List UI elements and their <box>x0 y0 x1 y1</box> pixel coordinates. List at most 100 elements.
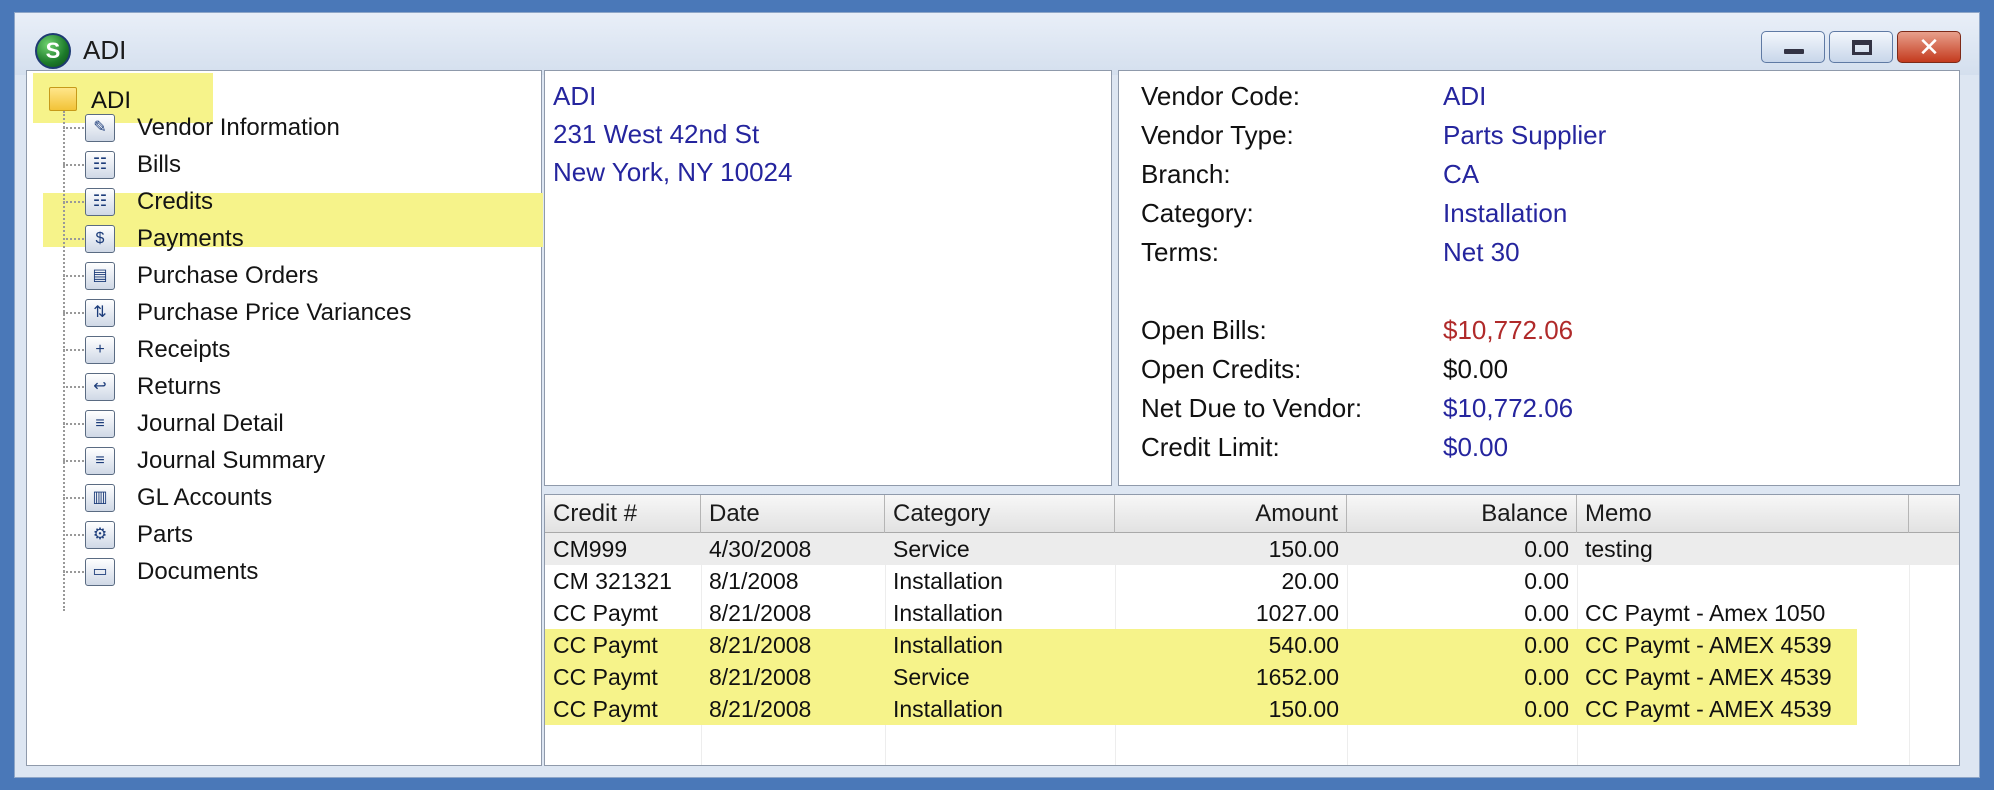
tree-item-returns[interactable]: ↩ Returns <box>27 370 527 404</box>
tree-item-label: GL Accounts <box>137 484 273 511</box>
bills-icon: ☷ <box>85 151 115 179</box>
cell-balance: 0.00 <box>1524 696 1569 722</box>
tree-item-label: Payments <box>137 225 244 252</box>
tree-item-purchase-orders[interactable]: ▤ Purchase Orders <box>27 259 527 293</box>
tree-item-label: Bills <box>137 151 182 178</box>
table-row[interactable]: CC Paymt 8/21/2008 Service 1652.00 0.00 CC Pa… <box>545 661 1857 693</box>
open-bills-value: $10,772.06 <box>1443 315 1574 345</box>
tree-item-label: Receipts <box>137 336 231 363</box>
tree-item-label: Vendor Information <box>137 114 340 141</box>
parts-gear-icon: ⚙ <box>85 521 115 549</box>
cell-date: 8/21/2008 <box>709 664 812 690</box>
column-header-date[interactable]: Date <box>701 495 885 533</box>
tree-item-gl-accounts[interactable]: ▥ GL Accounts <box>27 481 527 515</box>
vendor-address-panel: ADI 231 West 42nd St New York, NY 10024 <box>544 70 1112 486</box>
journal-summary-icon: ≡ <box>85 447 115 475</box>
open-bills-label: Open Bills: <box>1141 315 1267 345</box>
credit-limit-value: $0.00 <box>1443 432 1509 462</box>
tree-connector-line <box>63 312 87 314</box>
cell-balance: 0.00 <box>1524 632 1569 658</box>
cell-credit: CC Paymt <box>553 696 658 722</box>
vendor-city-state-zip: New York, NY 10024 <box>553 157 793 187</box>
column-header-memo[interactable]: Memo <box>1577 495 1909 533</box>
tree-connector-line <box>63 164 87 166</box>
cell-memo: CC Paymt - Amex 1050 <box>1585 600 1826 626</box>
cell-balance: 0.00 <box>1524 600 1569 626</box>
table-row[interactable]: CC Paymt 8/21/2008 Installation 540.00 0.00 C… <box>545 629 1857 661</box>
open-credits-label: Open Credits: <box>1141 354 1302 384</box>
table-row[interactable]: CC Paymt 8/21/2008 Installation 1027.00 0.00… <box>545 597 1959 629</box>
cell-memo: testing <box>1585 536 1653 562</box>
table-row[interactable]: CC Paymt 8/21/2008 Installation 150.00 0.00 C… <box>545 693 1857 725</box>
cell-credit: CC Paymt <box>553 664 658 690</box>
tree-connector-line <box>63 238 87 240</box>
net-due-value: $10,772.06 <box>1443 393 1574 423</box>
cell-memo <box>1577 565 1909 597</box>
folder-icon <box>49 87 77 111</box>
tree-item-parts[interactable]: ⚙ Parts <box>27 518 527 552</box>
tree-item-purchase-price-variances[interactable]: ⇅ Purchase Price Variances <box>27 296 527 330</box>
gl-accounts-icon: ▥ <box>85 484 115 512</box>
column-header-credit[interactable]: Credit # <box>545 495 701 533</box>
tree-connector-line <box>63 127 87 129</box>
branch-label: Branch: <box>1141 159 1231 189</box>
credit-limit-label: Credit Limit: <box>1141 432 1280 462</box>
table-row[interactable]: CM 321321 8/1/2008 Installation 20.00 0.00 <box>545 565 1959 597</box>
tree-connector-line <box>63 571 87 573</box>
price-variance-icon: ⇅ <box>85 299 115 327</box>
cell-category: Installation <box>893 632 1003 658</box>
credits-icon: ☷ <box>85 188 115 216</box>
vendor-code-label: Vendor Code: <box>1141 81 1301 111</box>
cell-amount: 150.00 <box>1268 696 1339 722</box>
vendor-type-label: Vendor Type: <box>1141 120 1294 150</box>
cell-memo: CC Paymt - AMEX 4539 <box>1585 632 1832 658</box>
title-bar[interactable]: S ADI ✕ <box>15 13 1979 75</box>
open-credits-value: $0.00 <box>1443 354 1509 384</box>
column-header-amount[interactable]: Amount <box>1115 495 1347 533</box>
cell-date: 8/21/2008 <box>709 600 812 626</box>
close-button[interactable]: ✕ <box>1897 31 1961 63</box>
terms-value: Net 30 <box>1443 237 1520 267</box>
documents-icon: ▭ <box>85 558 115 586</box>
tree-item-label: Documents <box>137 558 259 585</box>
minimize-button[interactable] <box>1761 31 1825 63</box>
cell-category: Installation <box>893 696 1003 722</box>
table-row[interactable]: CM999 4/30/2008 Service 150.00 0.00 testing <box>545 533 1959 565</box>
tree-item-journal-summary[interactable]: ≡ Journal Summary <box>27 444 527 478</box>
tree-connector-line <box>63 497 87 499</box>
tree-item-label: Purchase Orders <box>137 262 319 289</box>
cell-date: 8/1/2008 <box>709 568 799 594</box>
vendor-type-value: Parts Supplier <box>1443 120 1607 150</box>
tree-item-bills[interactable]: ☷ Bills <box>27 148 527 182</box>
cell-amount: 1027.00 <box>1255 600 1339 626</box>
tree-connector-line <box>63 275 87 277</box>
cell-amount: 150.00 <box>1268 536 1339 562</box>
tree-item-label: Parts <box>137 521 194 548</box>
column-header-balance[interactable]: Balance <box>1347 495 1577 533</box>
returns-icon: ↩ <box>85 373 115 401</box>
cell-balance: 0.00 <box>1524 664 1569 690</box>
vendor-street: 231 West 42nd St <box>553 119 760 149</box>
net-due-label: Net Due to Vendor: <box>1141 393 1363 423</box>
tree-item-documents[interactable]: ▭ Documents <box>27 555 527 589</box>
column-header-category[interactable]: Category <box>885 495 1115 533</box>
tree-item-receipts[interactable]: + Receipts <box>27 333 527 367</box>
app-logo-icon: S <box>35 33 71 69</box>
tree-item-journal-detail[interactable]: ≡ Journal Detail <box>27 407 527 441</box>
tree-item-label: Returns <box>137 373 222 400</box>
window-title: ADI <box>83 35 127 65</box>
cell-category: Installation <box>893 568 1003 594</box>
tree-item-payments[interactable]: $ Payments <box>27 222 527 256</box>
cell-date: 8/21/2008 <box>709 696 812 722</box>
tree-item-credits[interactable]: ☷ Credits <box>27 185 527 219</box>
cell-category: Service <box>893 664 970 690</box>
cell-category: Installation <box>893 600 1003 626</box>
tree-item-label: Journal Detail <box>137 410 284 437</box>
navigation-tree: ADI ✎ Vendor Information ☷ Bills ☷ Credits $ Pa… <box>26 70 543 766</box>
maximize-button[interactable] <box>1829 31 1893 63</box>
branch-value: CA <box>1443 159 1480 189</box>
tree-item-vendor-information[interactable]: ✎ Vendor Information <box>27 111 527 145</box>
table-header: Credit # Date Category Amount Balance Me… <box>545 495 1959 533</box>
cell-credit: CM999 <box>553 536 628 562</box>
cell-credit: CC Paymt <box>553 600 658 626</box>
